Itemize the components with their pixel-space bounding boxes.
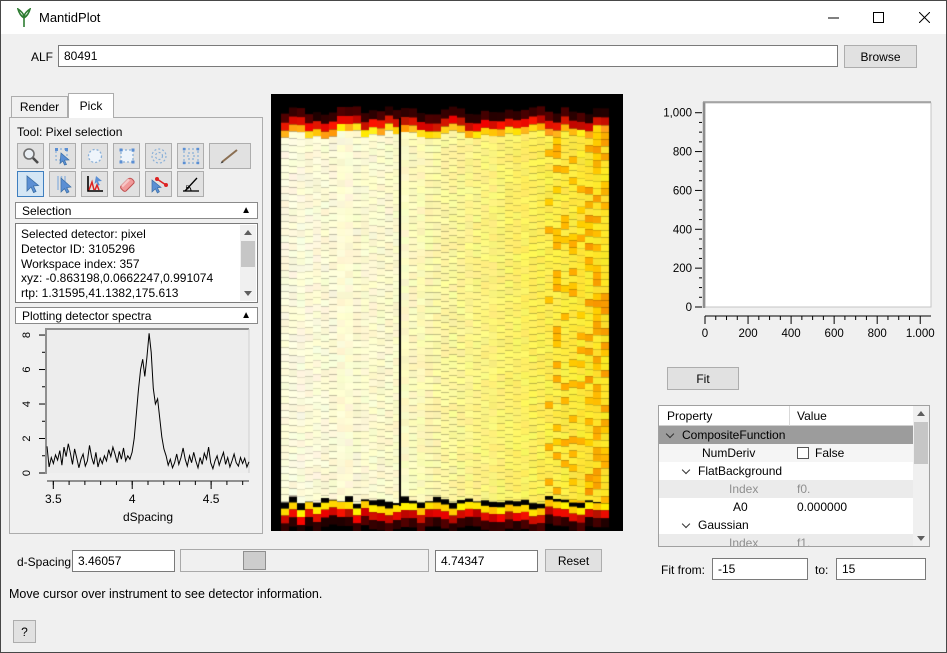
svg-text:4: 4 <box>129 492 136 506</box>
chevron-down-icon[interactable] <box>666 430 674 438</box>
tab-render[interactable]: Render <box>11 96 68 117</box>
svg-text:2: 2 <box>21 435 33 441</box>
ring-rectangle-draw-icon[interactable] <box>177 143 204 169</box>
dspacing-min-input[interactable] <box>72 550 175 572</box>
tube-select-icon[interactable] <box>49 171 76 197</box>
scrollbar-thumb[interactable] <box>241 241 255 267</box>
status-bar-text: Move cursor over instrument to see detec… <box>9 587 322 601</box>
fit-function-table: Property Value CompositeFunction NumDeri… <box>658 405 930 547</box>
zoom-icon[interactable] <box>17 143 44 169</box>
selection-info-line: xyz: -0.863198,0.0662247,0.991074 <box>21 271 213 286</box>
instrument-view[interactable] <box>271 94 623 531</box>
selection-info-line: Workspace index: 357 <box>21 257 213 272</box>
svg-text:4.5: 4.5 <box>203 492 220 506</box>
table-row[interactable]: Gaussian <box>659 516 913 534</box>
peak-add-icon[interactable] <box>81 171 108 197</box>
table-row[interactable]: Index f1. <box>659 534 913 547</box>
title-bar: MantidPlot <box>1 1 946 34</box>
svg-text:400: 400 <box>782 328 801 340</box>
angle-measure-icon[interactable]: θ <box>177 171 204 197</box>
scroll-down-icon[interactable] <box>913 531 929 546</box>
column-header: Value <box>797 409 827 423</box>
svg-text:600: 600 <box>825 328 844 340</box>
scroll-down-icon[interactable] <box>240 286 256 301</box>
table-row[interactable]: NumDeriv False <box>659 444 913 462</box>
svg-text:0: 0 <box>686 302 692 314</box>
selection-info-line: Detector ID: 3105296 <box>21 242 213 257</box>
column-header: Property <box>667 409 712 423</box>
selection-info-line: Selected detector: pixel <box>21 227 213 242</box>
svg-text:200: 200 <box>738 328 757 340</box>
scrollbar-thumb[interactable] <box>914 422 928 464</box>
maximize-icon[interactable] <box>861 4 895 30</box>
pixel-select-icon[interactable] <box>17 171 44 197</box>
fit-from-label: Fit from: <box>661 563 705 577</box>
reset-button[interactable]: Reset <box>545 549 602 572</box>
tool-mode-label: Tool: Pixel selection <box>17 125 122 139</box>
dspacing-max-input[interactable] <box>435 550 538 572</box>
alf-input[interactable] <box>58 45 838 67</box>
tab-pick[interactable]: Pick <box>68 93 114 118</box>
svg-text:8: 8 <box>21 332 33 338</box>
fit-to-input[interactable] <box>836 558 926 580</box>
table-row[interactable]: FlatBackground <box>659 462 913 480</box>
peak-compare-icon[interactable] <box>145 171 172 197</box>
slider-handle[interactable] <box>243 551 266 570</box>
browse-button[interactable]: Browse <box>844 45 917 68</box>
selection-section-header[interactable]: Selection ▲ <box>15 202 258 219</box>
table-row[interactable]: CompositeFunction <box>659 426 913 444</box>
dspacing-label: d-Spacing <box>17 555 71 569</box>
fit-preview-plot: 0 200 400 600 800 1,000 0 200 400 600 800 1.000 <box>655 95 945 343</box>
svg-text:800: 800 <box>673 147 692 159</box>
svg-text:0: 0 <box>21 470 33 476</box>
fit-button[interactable]: Fit <box>667 367 739 390</box>
svg-text:4: 4 <box>21 401 33 407</box>
chevron-down-icon[interactable] <box>682 466 690 474</box>
free-draw-icon[interactable] <box>209 143 251 169</box>
collapse-icon[interactable]: ▲ <box>241 206 251 216</box>
selection-info-line: rtp: 1.31595,41.1382,175.613 <box>21 286 213 301</box>
close-icon[interactable] <box>907 4 941 30</box>
mantidplot-window: MantidPlot ALF Browse Render Pick Tool: … <box>0 0 947 653</box>
svg-text:400: 400 <box>673 224 692 236</box>
dspacing-slider[interactable] <box>180 549 429 572</box>
spectra-section-header[interactable]: Plotting detector spectra ▲ <box>15 307 258 324</box>
selection-info-box[interactable]: Selected detector: pixel Detector ID: 31… <box>15 223 258 303</box>
help-button[interactable]: ? <box>13 620 36 643</box>
fit-from-input[interactable] <box>712 558 808 580</box>
collapse-icon[interactable]: ▲ <box>241 311 251 321</box>
table-row[interactable]: A0 0.000000 <box>659 498 913 516</box>
table-row[interactable]: Index f0. <box>659 480 913 498</box>
alf-label: ALF <box>31 50 53 64</box>
selection-scrollbar[interactable] <box>240 225 256 301</box>
svg-text:600: 600 <box>673 185 692 197</box>
svg-text:6: 6 <box>21 366 33 372</box>
table-scrollbar[interactable] <box>913 406 929 546</box>
detector-spectrum-plot: 0 2 4 6 8 3.5 4 4.5 dSpacing <box>11 327 263 533</box>
svg-text:1,000: 1,000 <box>663 108 692 120</box>
numderiv-checkbox[interactable] <box>797 447 809 459</box>
svg-text:1.000: 1.000 <box>906 328 935 340</box>
svg-text:200: 200 <box>673 263 692 275</box>
svg-text:3.5: 3.5 <box>45 492 62 506</box>
scroll-up-icon[interactable] <box>240 225 256 240</box>
ellipse-draw-icon[interactable] <box>81 143 108 169</box>
ring-ellipse-draw-icon[interactable] <box>145 143 172 169</box>
minimize-icon[interactable] <box>816 4 850 30</box>
window-title: MantidPlot <box>39 10 100 25</box>
chevron-down-icon[interactable] <box>682 520 690 528</box>
svg-text:0: 0 <box>702 328 708 340</box>
svg-text:800: 800 <box>868 328 887 340</box>
mantid-logo-icon <box>15 8 33 28</box>
scroll-up-icon[interactable] <box>913 406 929 421</box>
edit-shape-icon[interactable] <box>49 143 76 169</box>
svg-text:dSpacing: dSpacing <box>123 510 173 524</box>
peak-erase-icon[interactable] <box>113 171 140 197</box>
rectangle-draw-icon[interactable] <box>113 143 140 169</box>
svg-text:θ: θ <box>185 184 189 191</box>
fit-to-label: to: <box>815 563 828 577</box>
table-header: Property Value <box>659 406 913 426</box>
